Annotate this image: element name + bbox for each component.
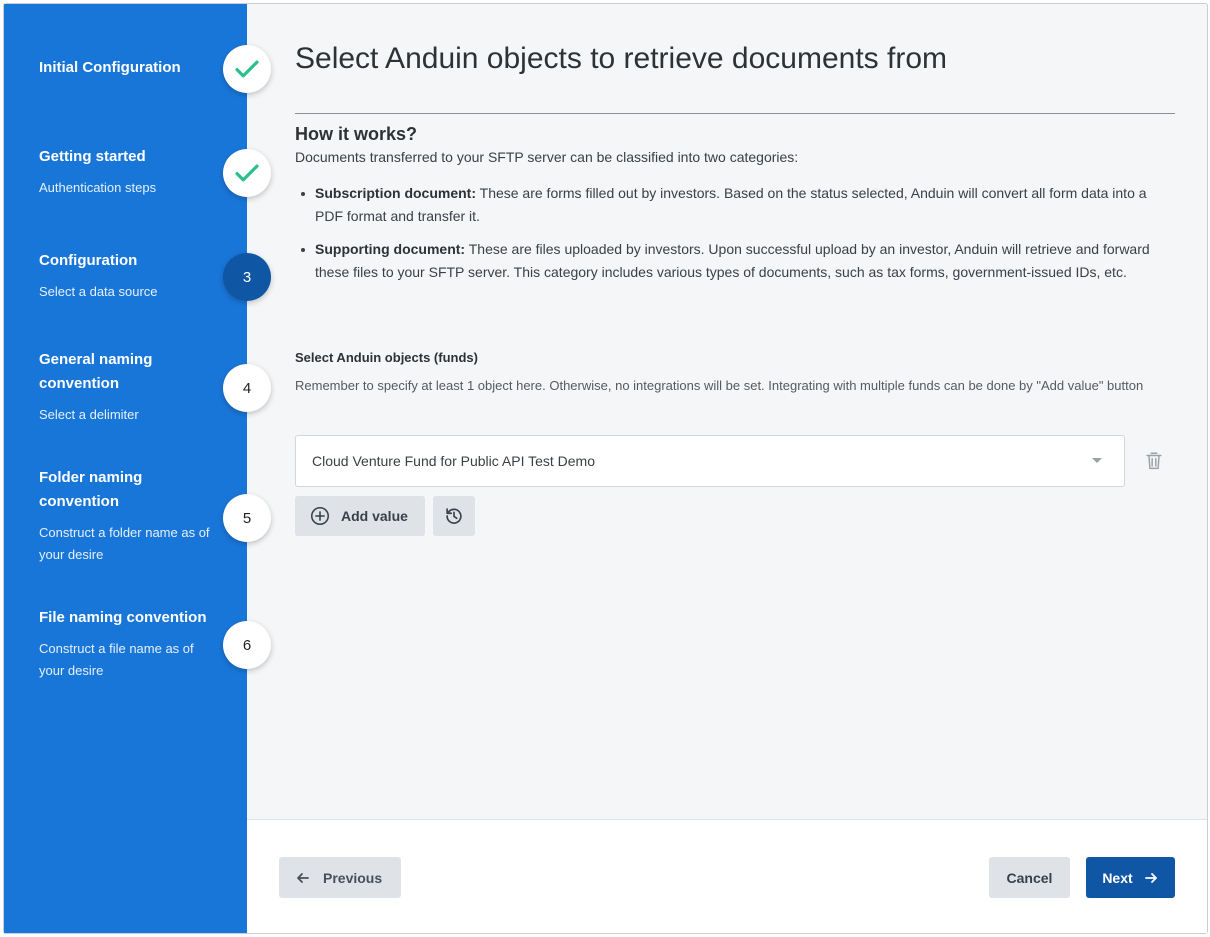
cancel-label: Cancel	[1006, 869, 1053, 886]
document-categories-list: Subscription document: These are forms f…	[295, 182, 1175, 294]
previous-label: Previous	[323, 869, 383, 886]
step-title: Getting started	[39, 148, 146, 165]
step-title: General naming convention	[39, 351, 153, 392]
next-label: Next	[1102, 869, 1133, 886]
plus-circle-icon	[310, 506, 330, 526]
fund-select[interactable]: Cloud Venture Fund for Public API Test D…	[295, 435, 1125, 487]
next-button[interactable]: Next	[1086, 857, 1175, 898]
step-subtitle: Construct a file name as of your desire	[39, 641, 194, 678]
step-number-badge: 6	[223, 621, 271, 669]
step-number-badge: 3	[223, 253, 271, 301]
bullet-term: Supporting document:	[315, 241, 466, 257]
step-subtitle: Authentication steps	[39, 180, 157, 195]
history-icon	[446, 508, 462, 524]
arrow-left-icon	[297, 872, 309, 883]
page-title: Select Anduin objects to retrieve docume…	[295, 42, 948, 75]
step-title: Initial Configuration	[39, 59, 181, 76]
step-complete-badge	[223, 45, 271, 93]
check-icon	[235, 164, 259, 182]
list-item: Subscription document: These are forms f…	[295, 182, 1175, 228]
step-title: Configuration	[39, 252, 138, 269]
cancel-button[interactable]: Cancel	[989, 857, 1070, 898]
funds-field-help: Remember to specify at least 1 object he…	[295, 378, 1144, 393]
funds-field-label: Select Anduin objects (funds)	[295, 350, 478, 365]
step-subtitle: Select a delimiter	[39, 407, 139, 422]
list-item: Supporting document: These are files upl…	[295, 238, 1175, 284]
main-content: Select Anduin objects to retrieve docume…	[247, 4, 1207, 819]
chevron-down-icon	[1092, 458, 1102, 463]
step-complete-badge	[223, 149, 271, 197]
wizard-footer: Previous Cancel Next	[247, 819, 1207, 933]
bullet-term: Subscription document:	[315, 185, 476, 201]
step-subtitle: Construct a folder name as of your desir…	[39, 525, 210, 562]
fund-select-value: Cloud Venture Fund for Public API Test D…	[312, 453, 596, 469]
add-value-button[interactable]: Add value	[295, 496, 425, 536]
arrow-right-icon	[1144, 872, 1157, 883]
step-number-badge: 4	[223, 364, 271, 412]
trash-icon[interactable]	[1143, 450, 1165, 472]
divider	[295, 113, 1175, 114]
add-value-label: Add value	[341, 508, 408, 524]
step-number-badge: 5	[223, 494, 271, 542]
wizard-sidebar: Initial Configuration Getting started Au…	[4, 4, 271, 933]
check-icon	[235, 60, 259, 78]
how-it-works-description: Documents transferred to your SFTP serve…	[295, 149, 799, 165]
how-it-works-title: How it works?	[295, 124, 418, 144]
step-title: Folder naming convention	[39, 469, 143, 510]
previous-button[interactable]: Previous	[279, 857, 401, 898]
reset-button[interactable]	[433, 496, 475, 536]
step-title: File naming convention	[39, 609, 207, 626]
step-subtitle: Select a data source	[39, 284, 158, 299]
